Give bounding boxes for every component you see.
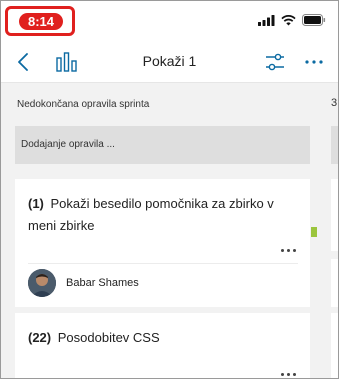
add-task-field[interactable]: Dodajanje opravila ... bbox=[15, 126, 310, 164]
label-color-indicator bbox=[311, 227, 317, 237]
task-card[interactable]: (22) Posodobitev CSS bbox=[15, 313, 310, 378]
battery-icon bbox=[302, 14, 326, 26]
nav-bar: Pokaži 1 bbox=[1, 41, 338, 83]
cellular-signal-icon bbox=[258, 14, 275, 26]
task-number: (1) bbox=[28, 196, 44, 211]
assignee-name: Babar Shames bbox=[66, 277, 139, 289]
task-number: (22) bbox=[28, 330, 52, 345]
app-frame: 8:14 Pokaži 1 Nedokončana opravila sprin… bbox=[0, 0, 339, 379]
status-bar: 8:14 bbox=[1, 1, 338, 41]
more-horizontal-icon bbox=[305, 60, 323, 64]
avatar bbox=[28, 269, 56, 297]
filter-button[interactable] bbox=[263, 51, 287, 73]
next-column-title: 3 bbox=[331, 97, 338, 109]
column-title: Nedokončana opravila sprinta bbox=[17, 99, 150, 110]
page-title: Pokaži 1 bbox=[142, 53, 197, 69]
task-card-title: (22) Posodobitev CSS bbox=[28, 327, 300, 349]
status-time: 8:14 bbox=[19, 13, 63, 30]
more-options-button[interactable] bbox=[302, 51, 326, 73]
wifi-icon bbox=[281, 14, 296, 25]
card-more-button[interactable] bbox=[276, 245, 296, 255]
next-column-card[interactable] bbox=[331, 313, 338, 378]
next-column-card[interactable] bbox=[331, 179, 338, 251]
task-card-title: (1) Pokaži besedilo pomočnika za zbirko … bbox=[28, 193, 300, 237]
card-more-button[interactable] bbox=[276, 369, 296, 378]
assignee: Babar Shames bbox=[28, 269, 139, 297]
status-icons bbox=[258, 14, 326, 26]
task-title: Posodobitev CSS bbox=[57, 330, 160, 345]
next-column-card[interactable] bbox=[331, 259, 338, 307]
card-divider bbox=[28, 263, 298, 264]
task-card[interactable]: (1) Pokaži besedilo pomočnika za zbirko … bbox=[15, 179, 310, 307]
sliders-icon bbox=[266, 53, 284, 71]
task-board: Nedokončana opravila sprinta 3 Dodajanje… bbox=[1, 83, 338, 378]
next-column-add-task[interactable] bbox=[331, 126, 338, 164]
task-title: Pokaži besedilo pomočnika za zbirko v me… bbox=[28, 196, 274, 233]
